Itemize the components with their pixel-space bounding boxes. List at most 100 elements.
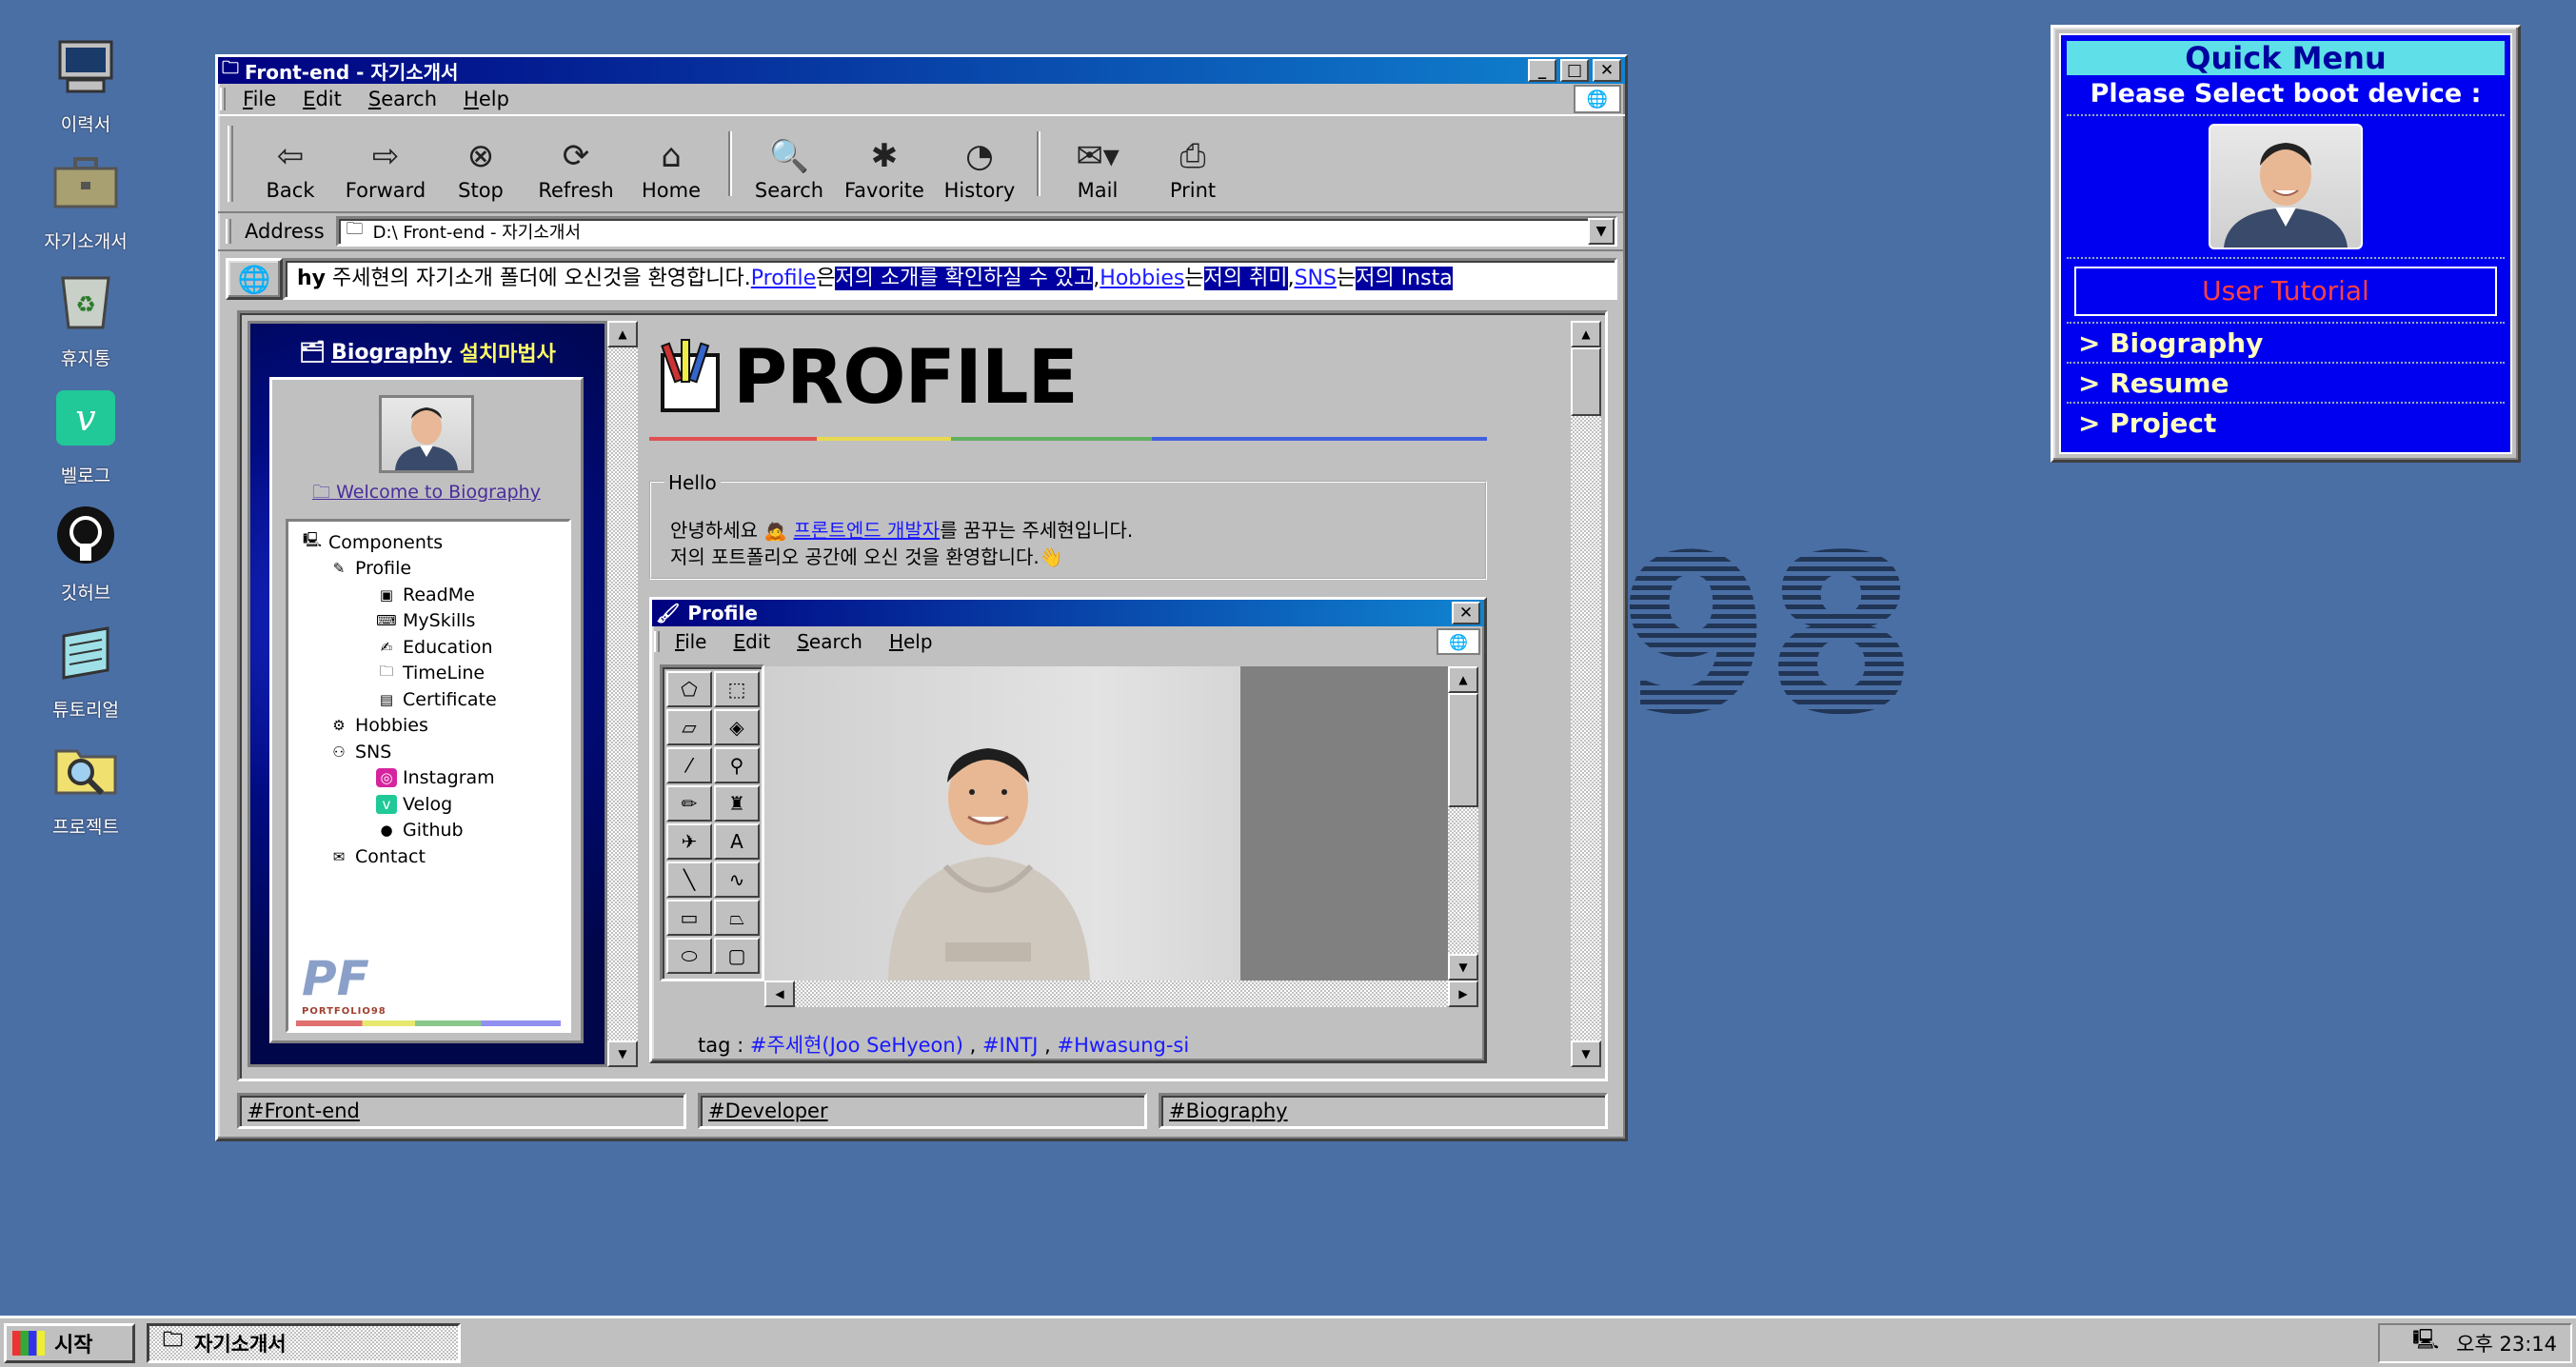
scroll-thumb[interactable] bbox=[1448, 693, 1478, 807]
scroll-up-button[interactable]: ▲ bbox=[1571, 321, 1601, 347]
tree-item-instagram[interactable]: ◎ Instagram bbox=[302, 765, 568, 792]
menu-search[interactable]: Search bbox=[368, 88, 437, 110]
quick-menu-project[interactable]: > Project bbox=[2067, 402, 2505, 442]
tree-item-readme[interactable]: ▣ ReadMe bbox=[302, 582, 568, 608]
status-tag-biography[interactable]: #Biography bbox=[1159, 1093, 1608, 1129]
history-button[interactable]: ◔ History bbox=[932, 120, 1027, 208]
forward-button[interactable]: ⇨ Forward bbox=[338, 120, 433, 208]
curve-tool-icon[interactable]: ∿ bbox=[714, 862, 760, 898]
desktop-icon-trash[interactable]: ♻ 휴지통 bbox=[29, 268, 143, 386]
tree-item-education[interactable]: ✍ Education bbox=[302, 634, 568, 661]
tree-item-certificate[interactable]: ▤ Certificate bbox=[302, 686, 568, 713]
desktop-icon-project[interactable]: 프로젝트 bbox=[29, 737, 143, 854]
tree-item-hobbies[interactable]: ⚙ Hobbies bbox=[302, 713, 568, 740]
color-picker-icon[interactable]: ⁄ bbox=[666, 747, 712, 783]
tree-item-components[interactable]: 🖳 Components bbox=[302, 529, 568, 556]
tree-item-sns[interactable]: ⚇ SNS bbox=[302, 739, 568, 765]
menu-edit[interactable]: Edit bbox=[303, 88, 342, 110]
folder-icon: 🗀 bbox=[222, 58, 239, 78]
desktop-icon-intro[interactable]: 자기소개서 bbox=[29, 151, 143, 268]
quick-menu-resume[interactable]: > Resume bbox=[2067, 362, 2505, 402]
tree-item-profile[interactable]: ✎ Profile bbox=[302, 556, 568, 583]
tag-link[interactable]: #INTJ bbox=[982, 1034, 1039, 1057]
favorite-button[interactable]: ✱ Favorite bbox=[837, 120, 932, 208]
velog-icon: v bbox=[50, 386, 122, 450]
rounded-rect-tool-icon[interactable]: ▢ bbox=[714, 938, 760, 974]
document-scrollbar[interactable]: ▲ ▼ bbox=[1571, 321, 1601, 1067]
ellipse-tool-icon[interactable]: ⬭ bbox=[666, 938, 712, 974]
refresh-button[interactable]: ⟳ Refresh bbox=[528, 120, 624, 208]
fill-bucket-icon[interactable]: ◈ bbox=[714, 709, 760, 745]
paint-menu-help[interactable]: Help bbox=[889, 630, 933, 653]
quick-menu-biography[interactable]: > Biography bbox=[2067, 322, 2505, 362]
monitor-icon[interactable]: 🖳 bbox=[2412, 1326, 2439, 1359]
paint-horizontal-scrollbar[interactable]: ◀ ▶ bbox=[764, 981, 1478, 1007]
home-button[interactable]: ⌂ Home bbox=[624, 120, 719, 208]
tree-item-myskills[interactable]: ⌨ MySkills bbox=[302, 608, 568, 635]
marquee-link-hobbies[interactable]: Hobbies bbox=[1100, 267, 1184, 290]
rect-select-icon[interactable]: ⬚ bbox=[714, 671, 760, 707]
polygon-tool-icon[interactable]: ⏢ bbox=[714, 900, 760, 936]
frontend-developer-link[interactable]: 프론트엔드 개발자 bbox=[794, 519, 941, 542]
scroll-up-button[interactable]: ▲ bbox=[607, 321, 638, 347]
line-tool-icon[interactable]: ╲ bbox=[666, 862, 712, 898]
status-tag-frontend[interactable]: #Front-end bbox=[237, 1093, 686, 1129]
status-tag-developer[interactable]: #Developer bbox=[698, 1093, 1147, 1129]
address-input[interactable]: 🗀 D:\ Front-end - 자기소개서 ▼ bbox=[335, 216, 1617, 247]
sidebar-title-link[interactable]: Biography bbox=[331, 341, 452, 365]
brush-icon[interactable]: ♜ bbox=[714, 785, 760, 822]
taskbar-item-intro[interactable]: 🗀 자기소개서 bbox=[147, 1322, 461, 1363]
desktop-icon-github[interactable]: 깃허브 bbox=[29, 503, 143, 620]
rectangle-tool-icon[interactable]: ▭ bbox=[666, 900, 712, 936]
paint-menu-file[interactable]: File bbox=[675, 630, 706, 653]
airbrush-icon[interactable]: ✈ bbox=[666, 823, 712, 860]
window-titlebar[interactable]: 🗀 Front-end - 자기소개서 _ □ ✕ bbox=[218, 57, 1625, 84]
pencil-icon[interactable]: ✏ bbox=[666, 785, 712, 822]
welcome-link[interactable]: 🗀 Welcome to Biography bbox=[272, 479, 581, 509]
back-button[interactable]: ⇦ Back bbox=[243, 120, 338, 208]
scroll-right-button[interactable]: ▶ bbox=[1448, 981, 1478, 1007]
paint-titlebar[interactable]: 🖌 Profile ✕ bbox=[652, 600, 1484, 626]
tree-item-timeline[interactable]: 🗀 TimeLine bbox=[302, 661, 568, 687]
scroll-left-button[interactable]: ◀ bbox=[764, 981, 795, 1007]
tree-item-github[interactable]: ● Github bbox=[302, 818, 568, 844]
scroll-down-button[interactable]: ▼ bbox=[1571, 1040, 1601, 1067]
scroll-down-button[interactable]: ▼ bbox=[607, 1040, 638, 1067]
menu-help[interactable]: Help bbox=[464, 88, 509, 110]
paint-vertical-scrollbar[interactable]: ▲ ▼ bbox=[1448, 666, 1478, 981]
marquee-link-sns[interactable]: SNS bbox=[1295, 267, 1337, 290]
mail-button[interactable]: ✉▾ Mail bbox=[1050, 120, 1145, 208]
stop-button[interactable]: ⊗ Stop bbox=[433, 120, 528, 208]
free-select-icon[interactable]: ⬠ bbox=[666, 671, 712, 707]
text-tool-icon[interactable]: A bbox=[714, 823, 760, 860]
minimize-button[interactable]: _ bbox=[1528, 59, 1556, 82]
magnifier-icon[interactable]: ⚲ bbox=[714, 747, 760, 783]
start-button[interactable]: 시작 bbox=[4, 1322, 135, 1363]
maximize-button[interactable]: □ bbox=[1560, 59, 1589, 82]
marquee-link-profile[interactable]: Profile bbox=[751, 267, 816, 290]
explorer-window[interactable]: 🗀 Front-end - 자기소개서 _ □ ✕ File Edit Sear… bbox=[215, 54, 1628, 1141]
close-button[interactable]: ✕ bbox=[1593, 59, 1621, 82]
eraser-icon[interactable]: ▱ bbox=[666, 709, 712, 745]
tree-item-velog[interactable]: v Velog bbox=[302, 791, 568, 818]
paint-menu-edit[interactable]: Edit bbox=[733, 630, 770, 653]
scroll-thumb[interactable] bbox=[1571, 347, 1601, 416]
paint-canvas[interactable] bbox=[764, 666, 1448, 981]
scroll-down-button[interactable]: ▼ bbox=[1448, 954, 1478, 981]
search-button[interactable]: 🔍 Search bbox=[742, 120, 837, 208]
paint-menu-search[interactable]: Search bbox=[797, 630, 862, 653]
tag-link[interactable]: #주세현(Joo SeHyeon) bbox=[750, 1034, 963, 1057]
desktop-icon-velog[interactable]: v 벨로그 bbox=[29, 386, 143, 503]
print-button[interactable]: ⎙ Print bbox=[1145, 120, 1240, 208]
user-tutorial-button[interactable]: User Tutorial bbox=[2074, 267, 2497, 316]
paint-close-button[interactable]: ✕ bbox=[1452, 602, 1480, 624]
address-dropdown-button[interactable]: ▼ bbox=[1588, 218, 1615, 245]
paint-window[interactable]: 🖌 Profile ✕ File Edit Search Help 🌐 ⬠ ⬚ … bbox=[649, 597, 1487, 1063]
tag-link[interactable]: #Hwasung-si bbox=[1058, 1034, 1190, 1057]
desktop-icon-resume[interactable]: 이력서 bbox=[29, 34, 143, 151]
scroll-up-button[interactable]: ▲ bbox=[1448, 666, 1478, 693]
tree-item-contact[interactable]: ✉ Contact bbox=[302, 843, 568, 870]
menu-file[interactable]: File bbox=[243, 88, 276, 110]
sidebar-scrollbar[interactable]: ▲ ▼ bbox=[607, 321, 638, 1067]
desktop-icon-tutorial[interactable]: 튜토리얼 bbox=[29, 620, 143, 737]
